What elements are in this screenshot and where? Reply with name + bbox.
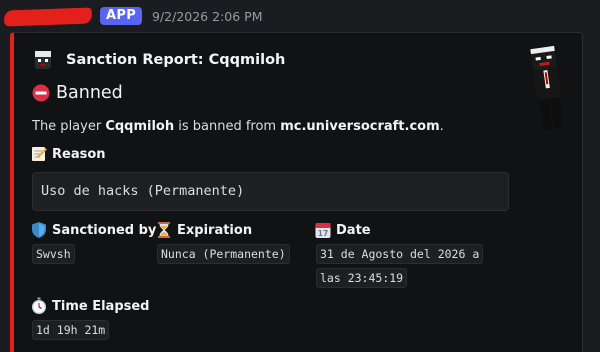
sanction-embed: Sanction Report: Cqqmiloh Banned The pla… xyxy=(10,32,583,352)
stopwatch-icon xyxy=(32,297,46,314)
field-expiration: Expiration Nunca (Permanente) xyxy=(155,221,290,264)
svg-text:17: 17 xyxy=(318,229,328,238)
field-sanctioned-by: Sanctioned by Swvsh xyxy=(30,221,156,264)
server-address: mc.universocraft.com xyxy=(280,119,440,134)
app-badge: APP xyxy=(100,7,143,25)
expiration-value: Nunca (Permanente) xyxy=(157,244,290,264)
field-time-elapsed-label: Time Elapsed xyxy=(52,298,150,314)
message-timestamp[interactable]: 9/2/2026 2:06 PM xyxy=(152,9,262,24)
field-date: 17 Date 31 de Agosto del 2026 a las 23:4… xyxy=(314,221,484,288)
time-elapsed-value: 1d 19h 21m xyxy=(32,320,110,340)
player-name: Cqqmiloh xyxy=(105,119,175,134)
hourglass-icon xyxy=(158,222,170,238)
embed-title: Banned xyxy=(32,83,123,103)
reason-codeblock: Uso de hacks (Permanente) xyxy=(32,172,509,211)
author-skin-icon xyxy=(35,51,51,69)
redacted-username[interactable] xyxy=(3,7,93,27)
embed-title-text: Banned xyxy=(56,83,123,103)
field-expiration-label: Expiration xyxy=(177,222,253,238)
player-skin-thumbnail xyxy=(526,45,569,131)
sanctioned-by-value: Swvsh xyxy=(32,244,75,264)
date-value-line2: las 23:45:19 xyxy=(316,268,408,288)
embed-author-name: Sanction Report: Cqqmiloh xyxy=(66,52,286,68)
memo-icon xyxy=(32,147,47,161)
field-reason-label: Reason xyxy=(52,146,106,162)
no-entry-icon xyxy=(32,84,50,102)
shield-icon xyxy=(32,222,46,238)
embed-description: The player Cqqmiloh is banned from mc.un… xyxy=(32,119,444,134)
field-date-label: Date xyxy=(336,222,371,238)
field-reason: Reason xyxy=(30,145,106,163)
date-value-line1: 31 de Agosto del 2026 a xyxy=(316,244,484,264)
calendar-icon: 17 xyxy=(315,223,331,238)
message-header: APP 9/2/2026 2:06 PM xyxy=(0,4,600,28)
field-time-elapsed: Time Elapsed 1d 19h 21m xyxy=(30,297,150,340)
embed-author: Sanction Report: Cqqmiloh xyxy=(32,49,285,71)
field-sanctioned-by-label: Sanctioned by xyxy=(52,222,157,238)
